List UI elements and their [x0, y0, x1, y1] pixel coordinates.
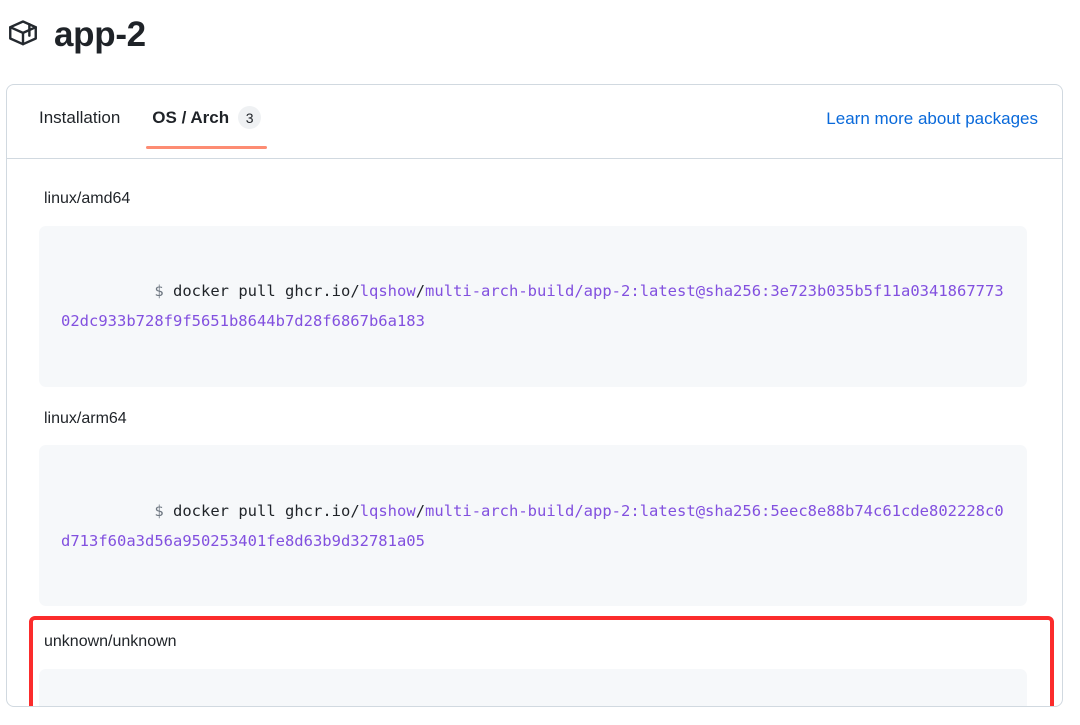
- pull-command-box[interactable]: $ docker pull ghcr.io/lqshow/multi-arch-…: [39, 445, 1027, 607]
- learn-more-about-packages-link[interactable]: Learn more about packages: [826, 109, 1046, 129]
- pull-command-box[interactable]: $ docker pull ghcr.io/lqshow/multi-arch-…: [39, 669, 1027, 706]
- arch-block-linux-amd64: linux/amd64 $ docker pull ghcr.io/lqshow…: [33, 181, 1036, 393]
- registry-owner: lqshow: [359, 501, 416, 520]
- tab-os-arch-label: OS / Arch: [152, 107, 230, 127]
- registry-host: ghcr.io: [285, 501, 351, 520]
- pull-command-text: $ docker pull ghcr.io/lqshow/multi-arch-…: [61, 501, 1004, 550]
- tab-os-arch[interactable]: OS / Arch 3: [136, 85, 277, 158]
- package-details-card: Installation OS / Arch 3 Learn more abou…: [6, 84, 1063, 707]
- tab-installation-label: Installation: [39, 107, 121, 127]
- os-arch-panel: linux/amd64 $ docker pull ghcr.io/lqshow…: [7, 159, 1062, 706]
- page-title: app-2: [54, 14, 146, 54]
- docker-pull-keyword: docker pull: [173, 501, 276, 520]
- pull-command-text: $ docker pull ghcr.io/lqshow/multi-arch-…: [61, 282, 1004, 331]
- tab-os-arch-counter: 3: [238, 106, 262, 129]
- shell-prompt: $: [154, 282, 164, 301]
- package-path: multi-arch-build/app-2: [425, 282, 631, 301]
- tab-installation[interactable]: Installation: [23, 85, 136, 158]
- page-header: app-2: [0, 0, 1080, 60]
- arch-block-linux-arm64: linux/arm64 $ docker pull ghcr.io/lqshow…: [33, 401, 1036, 613]
- arch-label: linux/amd64: [44, 190, 131, 207]
- pull-command-box[interactable]: $ docker pull ghcr.io/lqshow/multi-arch-…: [39, 225, 1027, 387]
- package-cube-icon: [6, 17, 40, 51]
- shell-prompt: $: [154, 501, 164, 520]
- tab-bar: Installation OS / Arch 3 Learn more abou…: [7, 85, 1062, 159]
- tab-list: Installation OS / Arch 3: [23, 85, 277, 158]
- image-tag: latest: [639, 282, 696, 301]
- package-path: multi-arch-build/app-2: [425, 501, 631, 520]
- docker-pull-keyword: docker pull: [173, 282, 276, 301]
- arch-label: linux/arm64: [44, 409, 127, 427]
- image-tag: latest: [639, 501, 696, 520]
- arch-block-unknown-unknown: unknown/unknown $ docker pull ghcr.io/lq…: [29, 616, 1054, 706]
- registry-host: ghcr.io: [285, 282, 351, 301]
- arch-label: unknown/unknown: [44, 633, 177, 651]
- registry-owner: lqshow: [359, 282, 416, 301]
- pull-command-text: $ docker pull ghcr.io/lqshow/multi-arch-…: [61, 689, 1005, 706]
